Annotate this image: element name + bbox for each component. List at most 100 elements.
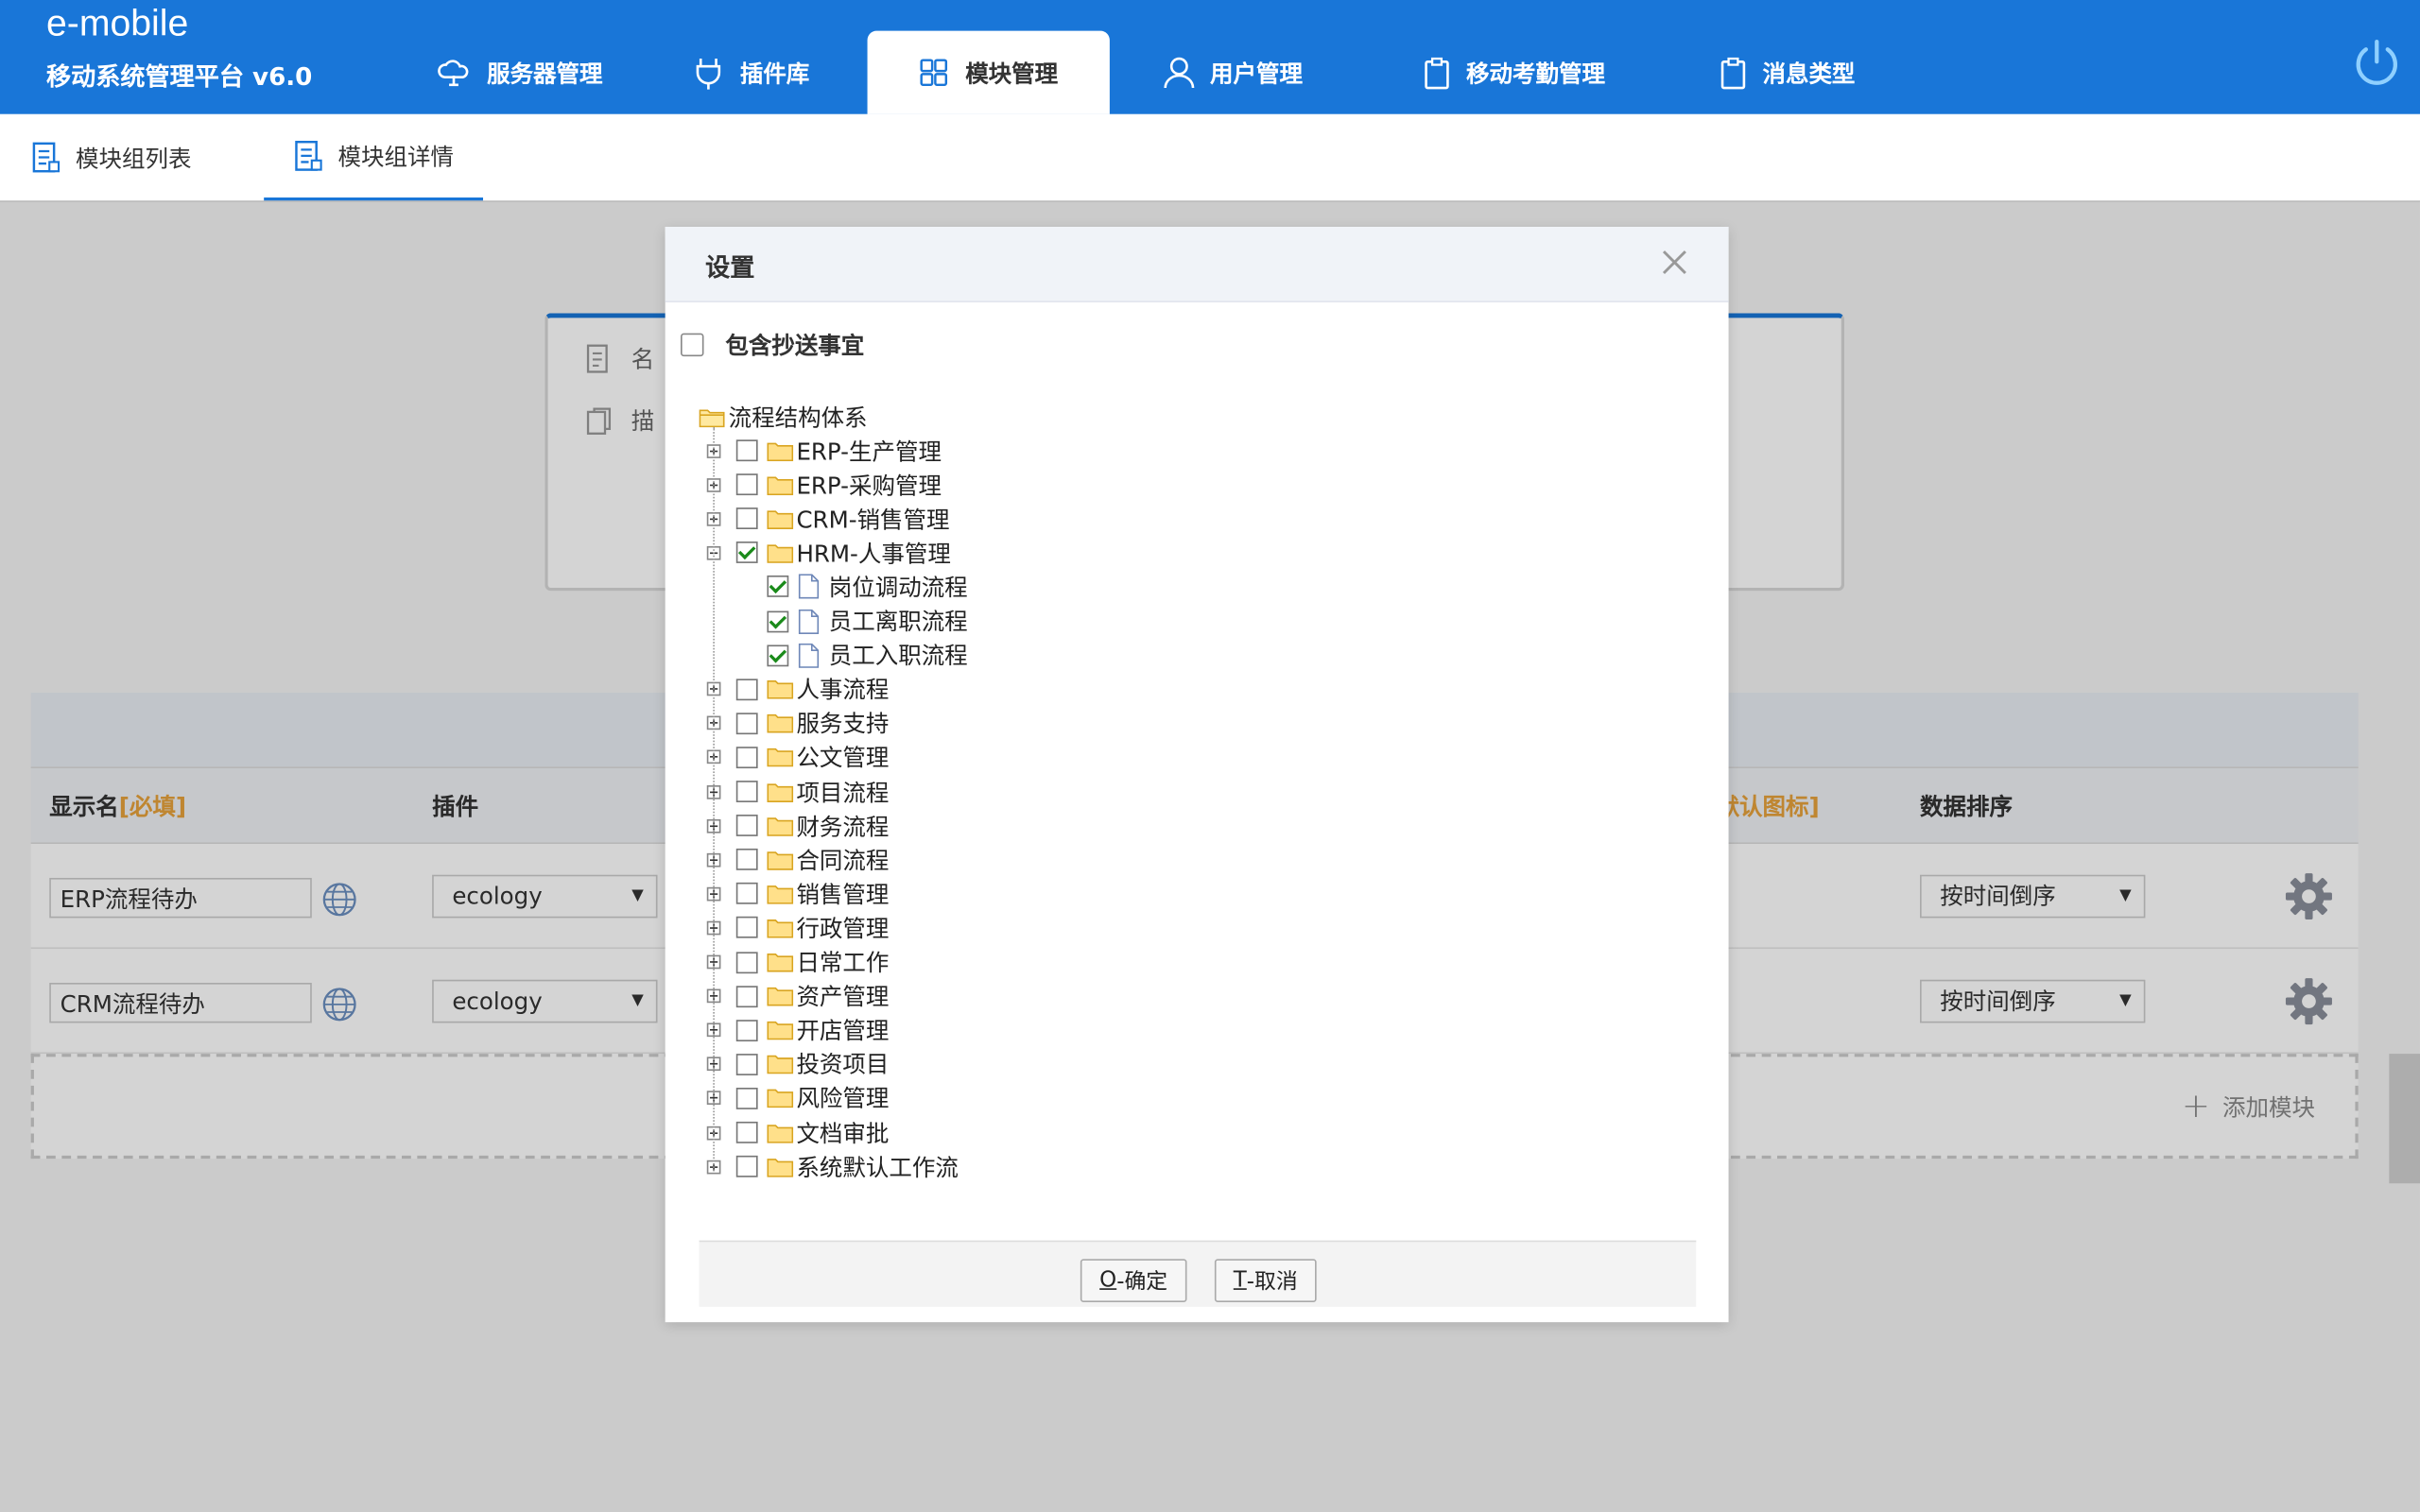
clipboard-icon [1720, 57, 1746, 90]
nav-plugin-library[interactable]: 插件库 [636, 31, 868, 114]
tree-node-checkbox[interactable] [735, 1053, 758, 1075]
nav-user-management[interactable]: 用户管理 [1110, 31, 1357, 114]
include-cc-checkbox[interactable] [680, 333, 704, 357]
brand-subtitle: 移动系统管理平台 v6.0 [45, 61, 313, 92]
tree-node[interactable]: 风险管理 [706, 1081, 889, 1115]
tree-node-label: CRM-销售管理 [796, 505, 950, 534]
tree-leaf-label: 员工入职流程 [828, 642, 968, 670]
folder-icon [767, 680, 794, 699]
tree-node-checkbox[interactable] [735, 1121, 758, 1143]
tree-node-label: 日常工作 [796, 949, 890, 977]
tree-leaf[interactable]: 岗位调动流程 [767, 570, 968, 604]
document-list-icon [32, 141, 60, 172]
include-cc-label: 包含抄送事宜 [725, 332, 865, 360]
folder-icon [767, 748, 794, 768]
tree-node-checkbox[interactable] [735, 473, 758, 496]
tree-node[interactable]: 销售管理 [706, 877, 889, 911]
folder-icon [767, 988, 794, 1006]
tree-node-checkbox[interactable] [735, 1156, 758, 1177]
tree-node-checkbox[interactable] [735, 917, 758, 939]
nav-message-types[interactable]: 消息类型 [1671, 31, 1903, 114]
tree-node-checkbox[interactable] [735, 678, 758, 700]
nav-mobile-attendance[interactable]: 移动考勤管理 [1357, 31, 1671, 114]
tree-node-checkbox[interactable] [735, 951, 758, 973]
tree-node[interactable]: 公文管理 [706, 740, 890, 774]
tree-node[interactable]: 服务支持 [706, 706, 890, 740]
folder-icon [767, 1022, 794, 1040]
tree-node-checkbox[interactable] [735, 747, 758, 768]
dialog-title: 设置 [705, 252, 755, 283]
tree-node[interactable]: 财务流程 [706, 809, 889, 843]
tree-node-checkbox[interactable] [735, 815, 758, 837]
tree-node[interactable]: 行政管理 [706, 911, 889, 945]
tree-node-checkbox[interactable] [735, 541, 758, 564]
tree-node-label: 公文管理 [796, 744, 890, 772]
power-button[interactable] [2351, 37, 2404, 95]
tree-node[interactable]: 人事流程 [706, 672, 890, 706]
tab-module-group-list[interactable]: 模块组列表 [31, 114, 191, 200]
tree-node-label: 系统默认工作流 [796, 1153, 959, 1181]
tree-node-checkbox[interactable] [735, 1019, 758, 1041]
tree-leaf-checkbox[interactable] [767, 644, 789, 666]
dialog-footer: O -确定 T -取消 [699, 1240, 1697, 1307]
folder-icon [767, 953, 794, 972]
tree-node[interactable]: CRM-销售管理 [706, 502, 950, 536]
tree-node-label: 合同流程 [796, 846, 890, 875]
folder-icon [767, 714, 794, 733]
tree-leaf-checkbox[interactable] [767, 610, 789, 632]
tree-node-label: 人事流程 [796, 676, 890, 704]
tree-node-checkbox[interactable] [735, 712, 758, 734]
tree-node[interactable]: 开店管理 [706, 1013, 890, 1047]
tree-node[interactable]: 系统默认工作流 [706, 1149, 959, 1183]
confirm-button[interactable]: O -确定 [1080, 1259, 1187, 1302]
tree-node[interactable]: 日常工作 [706, 945, 890, 979]
tree-node-label: 文档审批 [796, 1119, 890, 1147]
nav-label: 服务器管理 [487, 59, 603, 88]
cancel-button[interactable]: T -取消 [1214, 1259, 1317, 1302]
tree-root[interactable]: 流程结构体系 [699, 400, 868, 434]
folder-icon [767, 1124, 794, 1143]
nav-label: 消息类型 [1762, 59, 1856, 88]
folder-icon [767, 850, 794, 870]
tab-module-group-detail[interactable]: 模块组详情 [264, 114, 484, 201]
folder-icon [767, 816, 794, 836]
tree-node-checkbox[interactable] [735, 985, 758, 1007]
tree-leaf[interactable]: 员工入职流程 [767, 638, 968, 672]
tree-node[interactable]: ERP-采购管理 [706, 468, 942, 502]
tree-leaf[interactable]: 员工离职流程 [767, 604, 968, 638]
tree-node[interactable]: 文档审批 [706, 1115, 890, 1149]
document-icon [798, 574, 820, 600]
modules-icon [921, 59, 948, 87]
brand-name: e-mobile [45, 3, 189, 45]
nav-server-management[interactable]: 服务器管理 [405, 31, 636, 114]
tree-node[interactable]: 合同流程 [706, 843, 890, 877]
tree-node[interactable]: HRM-人事管理 [706, 536, 951, 570]
tree-node-checkbox[interactable] [735, 507, 758, 530]
tree-leaf-label: 员工离职流程 [828, 608, 968, 636]
dialog-header: 设置 [665, 226, 1729, 302]
tree-node[interactable]: 资产管理 [706, 979, 889, 1013]
tree-guide-line [713, 427, 715, 1172]
tree-node-checkbox[interactable] [735, 883, 758, 905]
include-cc-option[interactable]: 包含抄送事宜 [680, 329, 865, 361]
tree-node-checkbox[interactable] [735, 849, 758, 871]
tree-node-checkbox[interactable] [735, 781, 758, 802]
folder-icon [767, 1090, 794, 1108]
tree-node-checkbox[interactable] [735, 1087, 758, 1109]
tree-node-label: 项目流程 [796, 778, 890, 807]
tree-node-label: 服务支持 [796, 710, 890, 738]
nav-label: 用户管理 [1209, 59, 1303, 88]
nav-module-management[interactable]: 模块管理 [867, 30, 1110, 114]
tree-node[interactable]: ERP-生产管理 [706, 434, 942, 468]
clipboard-icon [1425, 57, 1449, 90]
close-button[interactable] [1661, 249, 1688, 283]
tree-node[interactable]: 项目流程 [706, 775, 890, 809]
tree-node[interactable]: 投资项目 [706, 1047, 889, 1081]
tree-leaf-checkbox[interactable] [767, 576, 789, 598]
tree-node-label: 开店管理 [796, 1017, 890, 1045]
tree-node-label: HRM-人事管理 [796, 540, 951, 568]
folder-open-icon [699, 408, 725, 427]
tree-node-label: ERP-采购管理 [796, 471, 942, 500]
tree-root-label: 流程结构体系 [728, 403, 868, 432]
tree-node-checkbox[interactable] [735, 439, 758, 462]
